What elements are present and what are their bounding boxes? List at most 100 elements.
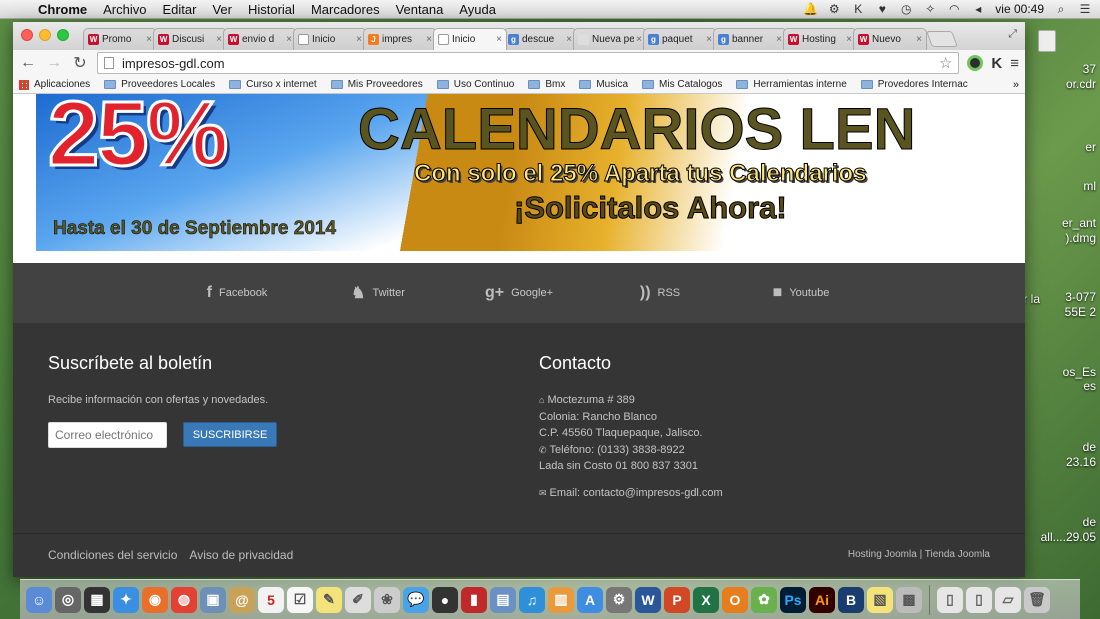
- promo-banner[interactable]: 25% CALENDARIOS LEN Con solo el 25% Apar…: [36, 94, 1002, 251]
- social-link-facebook[interactable]: f Facebook: [167, 284, 308, 302]
- stickies-icon[interactable]: ▧: [867, 586, 893, 613]
- extension-icon[interactable]: [967, 55, 984, 71]
- zoom-window-button[interactable]: [57, 29, 69, 41]
- messenger-icon[interactable]: ✿: [751, 586, 777, 613]
- social-link-rss[interactable]: )) RSS: [590, 284, 731, 302]
- document-icon[interactable]: ▯: [937, 586, 963, 613]
- close-tab-icon[interactable]: ×: [566, 34, 572, 45]
- close-tab-icon[interactable]: ×: [706, 34, 712, 45]
- close-window-button[interactable]: [21, 29, 33, 41]
- powerpoint-icon[interactable]: P: [664, 586, 690, 613]
- chrome-icon[interactable]: ◍: [171, 586, 197, 613]
- browser-tab[interactable]: Jimpres ×: [363, 28, 437, 50]
- close-tab-icon[interactable]: ×: [776, 34, 782, 45]
- wifi-icon[interactable]: ◠: [947, 3, 961, 15]
- privacy-link[interactable]: Aviso de privacidad: [189, 548, 293, 562]
- browser-tab[interactable]: Nueva pes×: [573, 28, 647, 50]
- bookmark-folder[interactable]: Bmx: [528, 79, 565, 90]
- close-tab-icon[interactable]: ×: [636, 34, 642, 45]
- photo-booth-icon[interactable]: ▮: [461, 586, 487, 613]
- messages-icon[interactable]: 💬: [403, 586, 429, 613]
- volume-icon[interactable]: ◂: [971, 3, 985, 15]
- browser-tab[interactable]: Inicio ×: [433, 28, 507, 50]
- menu-editar[interactable]: Editar: [154, 2, 204, 17]
- reload-button[interactable]: ↻: [71, 53, 89, 73]
- bridge-icon[interactable]: B: [838, 586, 864, 613]
- terms-link[interactable]: Condiciones del servicio: [48, 548, 177, 562]
- close-tab-icon[interactable]: ×: [356, 34, 362, 45]
- fullscreen-icon[interactable]: ⤢: [1008, 28, 1017, 41]
- menu-ayuda[interactable]: Ayuda: [451, 2, 504, 17]
- contacts-icon[interactable]: @: [229, 586, 255, 613]
- social-link-youtube[interactable]: ■ Youtube: [731, 284, 872, 302]
- close-tab-icon[interactable]: ×: [286, 34, 292, 45]
- bell-icon[interactable]: 🔔: [803, 3, 818, 15]
- menu-marcadores[interactable]: Marcadores: [303, 2, 388, 17]
- social-link-twitter[interactable]: ♞ Twitter: [308, 283, 449, 303]
- time-machine-icon[interactable]: ◷: [899, 3, 913, 15]
- ibooks-icon[interactable]: ▥: [548, 586, 574, 613]
- forward-button[interactable]: →: [45, 54, 63, 72]
- safari-icon[interactable]: ✦: [113, 586, 139, 613]
- browser-tab[interactable]: Wenvio d ×: [223, 28, 297, 50]
- k-extension-icon[interactable]: K: [991, 55, 1002, 72]
- word-icon[interactable]: W: [635, 586, 661, 613]
- search-icon[interactable]: ⌕: [1054, 3, 1068, 15]
- social-link-google-plus[interactable]: g+ Google+: [449, 284, 590, 302]
- app-store-icon[interactable]: A: [577, 586, 603, 613]
- system-preferences-icon[interactable]: ⚙: [606, 586, 632, 613]
- network-icon[interactable]: ✧: [923, 3, 937, 15]
- minimize-window-button[interactable]: [39, 29, 51, 41]
- bookmark-folder[interactable]: Uso Continuo: [436, 79, 514, 90]
- excel-icon[interactable]: X: [693, 586, 719, 613]
- menu-historial[interactable]: Historial: [240, 2, 303, 17]
- browser-tab[interactable]: W Discusi ×: [153, 28, 227, 50]
- url-text[interactable]: impresos-gdl.com: [122, 56, 225, 71]
- iphoto-icon[interactable]: ▤: [490, 586, 516, 613]
- bookmark-folder[interactable]: Proveedores Locales: [104, 79, 215, 90]
- browser-tab[interactable]: W Nuevo ×: [853, 28, 927, 50]
- close-tab-icon[interactable]: ×: [916, 34, 922, 45]
- status-icon[interactable]: ⚙: [827, 3, 841, 15]
- bookmark-folder[interactable]: Curso x internet: [229, 79, 317, 90]
- browser-tab[interactable]: W Hosting ×: [783, 28, 857, 50]
- trash-icon[interactable]: 🗑: [1024, 586, 1050, 613]
- mission-control-icon[interactable]: ▦: [84, 586, 110, 613]
- menu-ventana[interactable]: Ventana: [388, 2, 452, 17]
- illustrator-icon[interactable]: Ai: [809, 586, 835, 613]
- heart-icon[interactable]: ♥: [875, 3, 889, 15]
- clock[interactable]: vie 00:49: [995, 2, 1044, 16]
- document-icon[interactable]: ▯: [966, 586, 992, 613]
- preview-icon[interactable]: ▣: [200, 586, 226, 613]
- footer-credits[interactable]: Hosting Joomla | Tienda Joomla: [848, 549, 990, 560]
- file-icon[interactable]: [1038, 30, 1056, 52]
- bookmark-apps[interactable]: Aplicaciones: [19, 79, 90, 90]
- menu-app-name[interactable]: Chrome: [30, 2, 95, 17]
- bookmark-folder[interactable]: Musica: [579, 79, 628, 90]
- address-bar[interactable]: impresos-gdl.com ☆: [97, 52, 960, 74]
- browser-tab[interactable]: W Promo ×: [83, 28, 157, 50]
- close-tab-icon[interactable]: ×: [426, 34, 432, 45]
- subscribe-button[interactable]: SUSCRIBIRSE: [183, 422, 277, 447]
- back-button[interactable]: ←: [19, 54, 37, 72]
- menu-ver[interactable]: Ver: [204, 2, 240, 17]
- bookmark-star-icon[interactable]: ☆: [939, 54, 952, 72]
- bookmark-folder[interactable]: Herramientas interne: [736, 79, 847, 90]
- browser-tab[interactable]: g descue ×: [503, 28, 577, 50]
- email-field[interactable]: [48, 422, 167, 448]
- menu-archivo[interactable]: Archivo: [95, 2, 154, 17]
- contact-email[interactable]: ✉ Email: contacto@impresos-gdl.com: [539, 485, 723, 502]
- firefox-icon[interactable]: ◉: [142, 586, 168, 613]
- reminders-icon[interactable]: ☑: [287, 586, 313, 613]
- outlook-icon[interactable]: O: [722, 586, 748, 613]
- browser-tab[interactable]: g banner ×: [713, 28, 787, 50]
- textedit-icon[interactable]: ✐: [345, 586, 371, 613]
- bookmark-folder[interactable]: Mis Catalogos: [642, 79, 722, 90]
- photos-icon[interactable]: ❀: [374, 586, 400, 613]
- notifications-icon[interactable]: ☰: [1078, 3, 1092, 15]
- browser-tab[interactable]: g paquet ×: [643, 28, 717, 50]
- close-tab-icon[interactable]: ×: [216, 34, 222, 45]
- launchpad-icon[interactable]: ◎: [55, 586, 81, 613]
- photoshop-icon[interactable]: Ps: [780, 586, 806, 613]
- contact-email-text[interactable]: Email: contacto@impresos-gdl.com: [550, 487, 723, 499]
